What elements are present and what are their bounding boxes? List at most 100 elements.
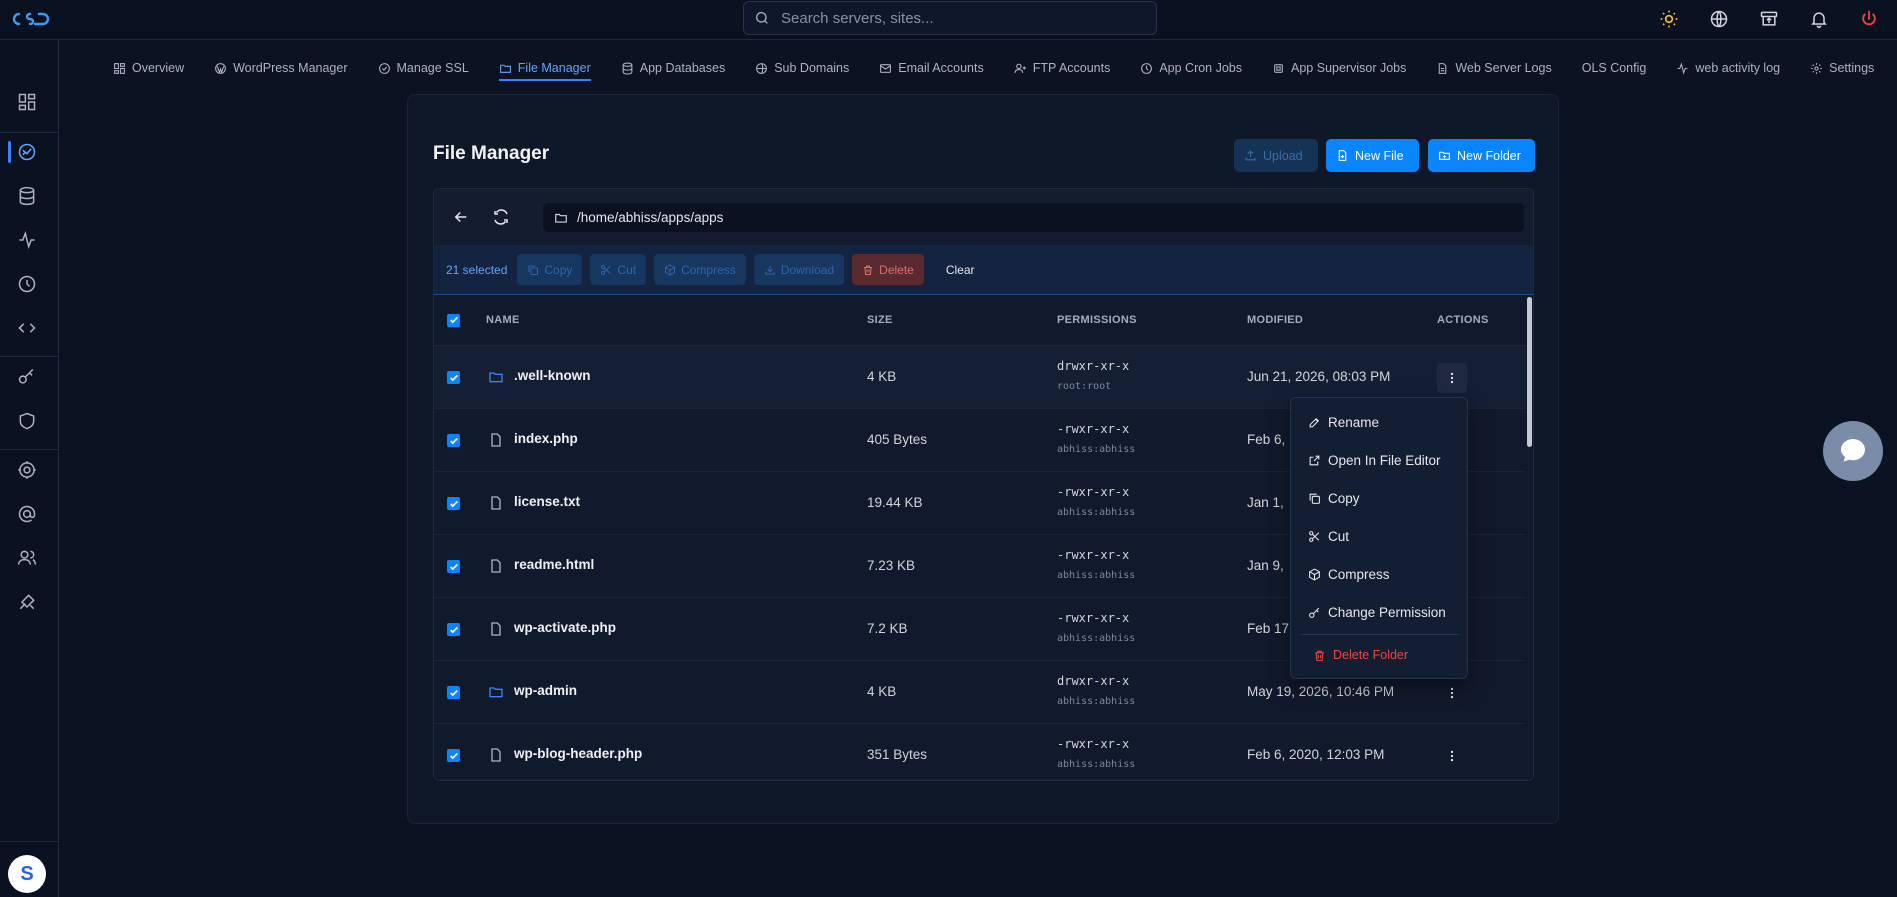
tab-settings[interactable]: Settings — [1795, 40, 1889, 96]
tab-label: App Databases — [639, 61, 726, 75]
table-row[interactable]: wp-blog-header.php 351 Bytes -rwxr-xr-x … — [434, 723, 1533, 780]
archive-upload-icon[interactable] — [1757, 7, 1781, 31]
file-size: 405 Bytes — [867, 432, 928, 447]
menu-item-compress[interactable]: Compress — [1308, 567, 1390, 582]
row-actions-button[interactable] — [1437, 741, 1467, 771]
new-folder-button[interactable]: New Folder — [1428, 139, 1535, 172]
sidebar-activity-icon[interactable] — [15, 228, 39, 252]
file-name[interactable]: wp-blog-header.php — [514, 746, 642, 761]
tab-label: Web Server Logs — [1455, 61, 1552, 75]
folder-icon — [489, 372, 503, 383]
compress-selected-button[interactable]: Compress — [654, 254, 746, 285]
sidebar-shield-icon[interactable] — [15, 409, 39, 433]
external-link-icon — [1309, 455, 1320, 466]
select-all-checkbox[interactable] — [447, 313, 460, 327]
column-header-permissions[interactable]: PERMISSIONS — [1057, 314, 1137, 326]
upload-label: Upload — [1263, 148, 1303, 163]
sidebar-database-icon[interactable] — [15, 184, 39, 208]
file-icon — [491, 496, 501, 510]
row-checkbox[interactable] — [447, 749, 460, 762]
sun-icon[interactable] — [1657, 7, 1681, 31]
tab-ftp-accounts[interactable]: FTP Accounts — [999, 40, 1126, 96]
row-checkbox[interactable] — [447, 371, 460, 384]
row-actions-button[interactable] — [1437, 678, 1467, 708]
selected-count: 21 selected — [446, 262, 508, 277]
sidebar-code-icon[interactable] — [15, 316, 39, 340]
file-name[interactable]: readme.html — [514, 557, 594, 572]
sidebar-users-icon[interactable] — [15, 546, 39, 570]
row-checkbox[interactable] — [447, 686, 460, 699]
tab-app-supervisor-jobs[interactable]: App Supervisor Jobs — [1257, 40, 1421, 96]
sidebar: S — [0, 40, 59, 897]
column-header-modified[interactable]: MODIFIED — [1247, 314, 1303, 326]
tab-app-cron-jobs[interactable]: App Cron Jobs — [1125, 40, 1257, 96]
sidebar-at-icon[interactable] — [15, 502, 39, 526]
row-checkbox[interactable] — [447, 623, 460, 636]
menu-item-delete-folder[interactable]: Delete Folder — [1313, 648, 1408, 662]
download-selected-button[interactable]: Download — [753, 254, 845, 285]
avatar[interactable]: S — [8, 855, 46, 893]
clear-selection-button[interactable]: Clear — [932, 254, 989, 285]
tab-wordpress-manager[interactable]: WordPress Manager — [199, 40, 362, 96]
file-name[interactable]: license.txt — [514, 494, 580, 509]
menu-label: Open In File Editor — [1328, 453, 1441, 468]
file-name[interactable]: wp-activate.php — [514, 620, 616, 635]
page-title: File Manager — [433, 143, 550, 164]
sidebar-sites-icon[interactable] — [15, 140, 39, 164]
menu-item-rename[interactable]: Rename — [1308, 415, 1379, 430]
column-header-size[interactable]: SIZE — [867, 314, 893, 326]
power-icon[interactable] — [1857, 7, 1881, 31]
menu-item-open-in-file-editor[interactable]: Open In File Editor — [1308, 453, 1441, 468]
chat-launcher-button[interactable] — [1823, 421, 1883, 481]
tab-ols-config[interactable]: OLS Config — [1567, 40, 1662, 96]
menu-item-change-permission[interactable]: Change Permission — [1308, 605, 1446, 620]
sidebar-dashboard-icon[interactable] — [15, 90, 39, 114]
key-icon — [1309, 607, 1320, 618]
cut-selected-button[interactable]: Cut — [590, 254, 647, 285]
copy-selected-button[interactable]: Copy — [517, 254, 583, 285]
copy-icon — [1309, 493, 1320, 504]
file-name[interactable]: wp-admin — [514, 683, 577, 698]
tab-overview[interactable]: Overview — [98, 40, 199, 96]
top-bar — [0, 0, 1897, 40]
path-field[interactable]: /home/abhiss/apps/apps — [543, 203, 1524, 232]
refresh-icon[interactable] — [492, 208, 510, 226]
tab-manage-ssl[interactable]: Manage SSL — [363, 40, 484, 96]
upload-button[interactable]: Upload — [1234, 139, 1318, 172]
tab-app-databases[interactable]: App Databases — [606, 40, 740, 96]
sidebar-key-icon[interactable] — [15, 365, 39, 389]
file-permissions: -rwxr-xr-x — [1057, 485, 1130, 499]
search-box[interactable] — [743, 1, 1157, 35]
file-name[interactable]: index.php — [514, 431, 578, 446]
row-checkbox[interactable] — [447, 560, 460, 573]
bell-icon[interactable] — [1807, 7, 1831, 31]
tab-web-activity-log[interactable]: web activity log — [1661, 40, 1795, 96]
file-name[interactable]: .well-known — [514, 368, 591, 383]
sidebar-clock-icon[interactable] — [15, 272, 39, 296]
check-icon — [449, 689, 458, 696]
tab-file-manager[interactable]: File Manager — [484, 40, 606, 96]
delete-selected-button[interactable]: Delete — [852, 254, 924, 285]
globe-icon[interactable] — [1707, 7, 1731, 31]
new-file-button[interactable]: New File — [1326, 139, 1419, 172]
tab-sub-domains[interactable]: Sub Domains — [740, 40, 864, 96]
row-checkbox[interactable] — [447, 434, 460, 447]
tab-web-server-logs[interactable]: Web Server Logs — [1421, 40, 1566, 96]
menu-item-cut[interactable]: Cut — [1308, 529, 1349, 544]
row-actions-button[interactable] — [1437, 363, 1467, 393]
sidebar-tools-icon[interactable] — [15, 590, 39, 614]
back-arrow-icon[interactable] — [452, 208, 470, 226]
search-input[interactable] — [779, 8, 1156, 28]
column-header-name[interactable]: NAME — [486, 314, 520, 326]
logo[interactable] — [10, 7, 52, 31]
row-checkbox[interactable] — [447, 497, 460, 510]
tab-label: OLS Config — [1581, 61, 1647, 75]
file-size: 351 Bytes — [867, 747, 928, 762]
menu-label: Delete Folder — [1333, 648, 1409, 662]
table-scroll-thumb[interactable] — [1527, 297, 1532, 447]
sidebar-gear-icon[interactable] — [15, 458, 39, 482]
tab-label: Settings — [1829, 61, 1875, 75]
more-vertical-icon — [1450, 687, 1454, 699]
tab-email-accounts[interactable]: Email Accounts — [864, 40, 998, 96]
menu-item-copy[interactable]: Copy — [1308, 491, 1360, 506]
